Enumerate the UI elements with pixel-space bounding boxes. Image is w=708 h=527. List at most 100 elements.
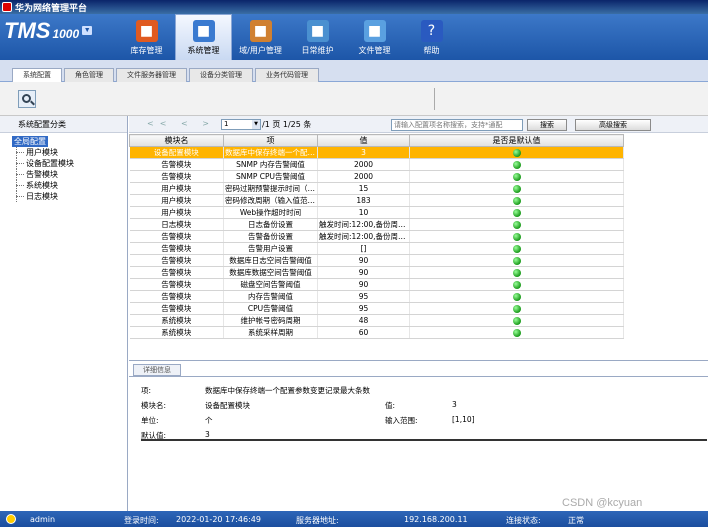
table-row[interactable]: 告警模块 数据库日志空间告警阈值 90 <box>129 254 624 267</box>
status-user: admin <box>30 515 56 524</box>
cell-item: 数据库中保存终端一个配置参数变更记录最大条数 <box>223 146 318 159</box>
tab-0[interactable]: 系统配置 <box>12 68 62 83</box>
toolbar <box>0 82 708 116</box>
cell-value: 95 <box>317 302 410 315</box>
detail-module-value: 设备配置模块 <box>205 401 250 410</box>
nav-file[interactable]: ■ 文件管理 <box>346 14 403 60</box>
nav-help[interactable]: ? 帮助 <box>403 14 460 60</box>
table-row[interactable]: 系统模块 维护帐号密码周期 48 <box>129 314 624 327</box>
table-row[interactable]: 系统模块 系统采样周期 60 <box>129 326 624 339</box>
default-status-icon <box>512 257 521 265</box>
brand-name: TMS <box>4 18 51 43</box>
cell-default <box>409 278 624 291</box>
nav-system[interactable]: ■ 系统管理 <box>175 14 232 60</box>
cell-default <box>409 326 624 339</box>
default-status-icon <box>512 197 521 205</box>
cell-item: CPU告警阈值 <box>223 302 318 315</box>
cell-value: 90 <box>317 278 410 291</box>
table-row[interactable]: 告警模块 磁盘空间告警阈值 90 <box>129 278 624 291</box>
cell-default <box>409 290 624 303</box>
column-header[interactable]: 项 <box>223 134 318 147</box>
users-icon: ■ <box>249 20 272 42</box>
cell-item: 日志备份设置 <box>223 218 318 231</box>
tree-item[interactable]: 系统模块 <box>12 180 127 191</box>
table-row[interactable]: 告警模块 数据库数据空间告警阈值 90 <box>129 266 624 279</box>
cell-item: SNMP CPU告警阈值 <box>223 170 318 183</box>
column-header[interactable]: 值 <box>317 134 410 147</box>
tree-item[interactable]: 用户模块 <box>12 147 127 158</box>
advanced-search-button[interactable]: 高级搜索 <box>575 119 651 131</box>
status-server-label: 服务器地址: <box>296 516 339 525</box>
table-row[interactable]: 告警模块 CPU告警阈值 95 <box>129 302 624 315</box>
main-navigation: ■ 库存管理 ■ 系统管理 ■ 域/用户管理 ■ 日常维护 ■ 文件管理? 帮助 <box>118 14 460 60</box>
tree-root-global[interactable]: 全局配置 <box>12 136 48 147</box>
page-select[interactable]: 1 ▼ <box>221 119 261 130</box>
status-bar: admin 登录时间: 2022-01-20 17:46:49 服务器地址: 1… <box>0 511 708 527</box>
tab-1[interactable]: 角色管理 <box>64 68 114 82</box>
table-row[interactable]: 告警模块 告警备份设置 触发时间:12:00,备份周期(天) <box>129 230 624 243</box>
cell-value: 触发时间:12:00,备份周期(天) <box>317 230 410 243</box>
app-icon <box>2 2 12 12</box>
tree-item[interactable]: 日志模块 <box>12 191 127 202</box>
cell-item: 密码过期预警提示时间（天） <box>223 182 318 195</box>
cell-default <box>409 170 624 183</box>
brand-dropdown-icon[interactable]: ▼ <box>82 26 93 35</box>
tab-3[interactable]: 设备分类管理 <box>189 68 253 82</box>
watermark: CSDN @kcyuan <box>562 497 643 509</box>
cell-value: 15 <box>317 182 410 195</box>
status-conn-value: 正常 <box>568 516 584 525</box>
cell-module: 告警模块 <box>129 302 224 315</box>
details-tab[interactable]: 详细信息 <box>133 364 181 376</box>
table-row[interactable]: 用户模块 Web操作超时时间 10 <box>129 206 624 219</box>
table-row[interactable]: 设备配置模块数据库中保存终端一个配置参数变更记录最大条数3 <box>129 146 624 159</box>
table-row[interactable]: 告警模块 内存告警阈值 95 <box>129 290 624 303</box>
cell-value: 60 <box>317 326 410 339</box>
tab-2[interactable]: 文件服务器管理 <box>116 68 187 82</box>
brand-model: 1000 <box>52 27 80 41</box>
pager-bar: << < > >> 1 ▼ /1 页 1/25 条 请输入配置项名称搜索，支持*通… <box>129 116 708 133</box>
table-row[interactable]: 告警模块 SNMP 内存告警阈值 2000 <box>129 158 624 171</box>
table-row[interactable]: 日志模块 日志备份设置 触发时间:12:00,备份周期(天) <box>129 218 624 231</box>
table-row[interactable]: 用户模块 密码过期预警提示时间（天） 15 <box>129 182 624 195</box>
status-login-label: 登录时间: <box>124 516 159 525</box>
cell-default <box>409 302 624 315</box>
search-button[interactable]: 搜索 <box>527 119 567 131</box>
default-status-icon <box>512 161 521 169</box>
tab-4[interactable]: 业务代码管理 <box>255 68 319 82</box>
cell-module: 告警模块 <box>129 242 224 255</box>
app-header: TMS 1000 ▼ ■ 库存管理 ■ 系统管理 ■ 域/用户管理 ■ 日常维护 ■ 文件管理? 帮助 <box>0 14 708 60</box>
table-row[interactable]: 告警模块 SNMP CPU告警阈值 2000 <box>129 170 624 183</box>
module-tabs: 系统配置 角色管理 文件服务器管理 设备分类管理 业务代码管理 <box>12 68 321 83</box>
cell-module: 告警模块 <box>129 278 224 291</box>
cell-default <box>409 206 624 219</box>
detail-module-label: 模块名: <box>141 401 167 410</box>
cell-module: 用户模块 <box>129 194 224 207</box>
table-row[interactable]: 用户模块 密码修改周期（输入值范围） 183 <box>129 194 624 207</box>
cell-module: 告警模块 <box>129 290 224 303</box>
default-status-icon <box>512 185 521 193</box>
nav-users[interactable]: ■ 域/用户管理 <box>232 14 289 60</box>
tree-item[interactable]: 告警模块 <box>12 169 127 180</box>
cell-item: Web操作超时时间 <box>223 206 318 219</box>
cell-value: 2000 <box>317 170 410 183</box>
table-row[interactable]: 告警模块 告警用户设置[] <box>129 242 624 255</box>
cell-item: 告警备份设置 <box>223 230 318 243</box>
nav-inventory[interactable]: ■ 库存管理 <box>118 14 175 60</box>
status-conn-label: 连接状态: <box>506 516 541 525</box>
column-header[interactable]: 是否是默认值 <box>409 134 624 147</box>
detail-value-label: 值: <box>385 401 396 410</box>
cell-value: 10 <box>317 206 410 219</box>
default-status-icon <box>512 173 521 181</box>
default-status-icon <box>512 329 521 337</box>
cell-module: 告警模块 <box>129 170 224 183</box>
tree-item[interactable]: 设备配置模块 <box>12 158 127 169</box>
column-header[interactable]: 模块名 <box>129 134 224 147</box>
page-select-value: 1 <box>224 120 229 128</box>
search-input[interactable]: 请输入配置项名称搜索，支持*通配 <box>391 119 523 131</box>
cell-item: 密码修改周期（输入值范围） <box>223 194 318 207</box>
nav-maintenance[interactable]: ■ 日常维护 <box>289 14 346 60</box>
query-icon[interactable] <box>18 90 36 108</box>
default-status-icon <box>512 269 521 277</box>
default-status-icon <box>512 305 521 313</box>
cell-default <box>409 182 624 195</box>
